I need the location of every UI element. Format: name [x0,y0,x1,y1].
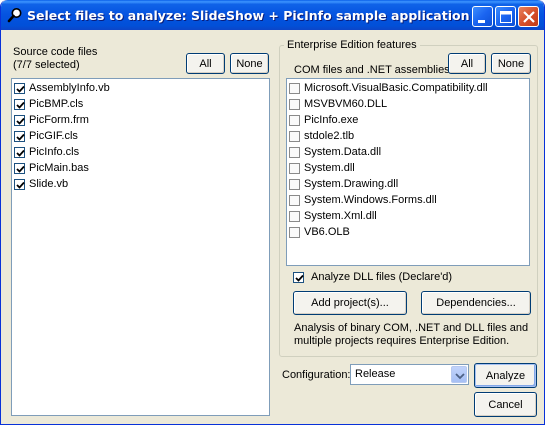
list-item[interactable]: PicInfo.cls [12,144,269,160]
configuration-label: Configuration: [282,369,351,381]
list-item-label: System.Windows.Forms.dll [304,194,437,206]
cancel-button[interactable]: Cancel [474,392,537,417]
list-item[interactable]: System.Data.dll [287,144,529,160]
window-title: Select files to analyze: SlideShow + Pic… [27,8,470,23]
list-item-label: MSVBVM60.DLL [304,98,388,110]
checkbox-checked-icon[interactable] [14,178,25,190]
minimize-button[interactable] [472,6,493,27]
list-item[interactable]: System.Windows.Forms.dll [287,192,529,208]
configuration-value: Release [355,368,396,380]
source-files-count: (7/7 selected) [13,59,80,71]
source-files-label-text: Source code files [13,46,98,58]
analyze-button[interactable]: Analyze [474,363,537,388]
analyze-dll-check-icon [293,271,304,283]
com-files-label: COM files and .NET assemblies [294,64,450,76]
list-item[interactable]: Microsoft.VisualBasic.Compatibility.dll [287,80,529,96]
list-item-label: System.dll [304,162,355,174]
checkbox-unchecked-icon[interactable] [289,146,300,158]
list-item[interactable]: System.dll [287,160,529,176]
checkbox-unchecked-icon[interactable] [289,82,300,94]
list-item[interactable]: PicGIF.cls [12,128,269,144]
checkbox-checked-icon[interactable] [14,98,25,110]
list-item-label: System.Data.dll [304,146,382,158]
list-item-label: AssemblyInfo.vb [29,82,110,94]
checkbox-unchecked-icon[interactable] [289,226,300,238]
checkbox-unchecked-icon[interactable] [289,210,300,222]
list-item-label: PicInfo.cls [29,146,80,158]
dialog-client: Source code files (7/7 selected) All Non… [1,30,544,424]
checkbox-unchecked-icon[interactable] [289,98,300,110]
enterprise-none-button[interactable]: None [491,53,531,74]
checkbox-unchecked-icon[interactable] [289,178,300,190]
enterprise-all-button[interactable]: All [448,53,486,74]
source-all-button[interactable]: All [186,53,225,74]
dependencies-button[interactable]: Dependencies... [421,291,531,315]
list-item[interactable]: System.Xml.dll [287,208,529,224]
list-item-label: VB6.OLB [304,226,350,238]
checkbox-checked-icon[interactable] [14,114,25,126]
list-item[interactable]: System.Drawing.dll [287,176,529,192]
list-item[interactable]: PicMain.bas [12,160,269,176]
checkbox-checked-icon[interactable] [14,130,25,142]
chevron-down-icon[interactable] [451,366,467,383]
list-item-label: stdole2.tlb [304,130,355,142]
enterprise-group-title: Enterprise Edition features [284,39,420,51]
com-assemblies-list[interactable]: Microsoft.VisualBasic.Compatibility.dll M… [286,78,530,266]
analyze-dll-checkbox[interactable]: Analyze DLL files (Declare'd) [293,271,452,283]
list-item-label: PicBMP.cls [29,98,84,110]
list-item[interactable]: PicBMP.cls [12,96,269,112]
list-item-label: PicInfo.exe [304,114,359,126]
list-item[interactable]: MSVBVM60.DLL [287,96,529,112]
maximize-button[interactable] [495,6,516,27]
list-item[interactable]: AssemblyInfo.vb [12,80,269,96]
maximize-icon [500,11,512,23]
list-item-label: System.Xml.dll [304,210,377,222]
checkbox-unchecked-icon[interactable] [289,162,300,174]
close-icon [523,11,535,23]
analyze-dll-label: Analyze DLL files (Declare'd) [311,271,453,283]
list-item-label: PicGIF.cls [29,130,78,142]
close-button[interactable] [518,6,539,27]
source-files-list[interactable]: AssemblyInfo.vb PicBMP.cls PicForm.frm PicG… [11,78,270,416]
add-projects-button[interactable]: Add project(s)... [293,291,407,315]
source-files-label: Source code files [13,46,97,58]
checkbox-checked-icon[interactable] [14,162,25,174]
list-item[interactable]: PicInfo.exe [287,112,529,128]
list-item[interactable]: Slide.vb [12,176,269,192]
list-item[interactable]: VB6.OLB [287,224,529,240]
list-item-label: Slide.vb [29,178,69,190]
minimize-icon [478,20,485,23]
source-none-button[interactable]: None [230,53,269,74]
checkbox-unchecked-icon[interactable] [289,194,300,206]
title-bar[interactable]: Select files to analyze: SlideShow + Pic… [1,0,544,30]
list-item-label: System.Drawing.dll [304,178,399,190]
magnifier-icon [7,7,23,23]
configuration-select[interactable]: Release [350,364,469,385]
list-item[interactable]: PicForm.frm [12,112,269,128]
checkbox-unchecked-icon[interactable] [289,114,300,126]
list-item-label: Microsoft.VisualBasic.Compatibility.dll [304,82,488,94]
checkbox-checked-icon[interactable] [14,82,25,94]
checkbox-unchecked-icon[interactable] [289,130,300,142]
list-item[interactable]: stdole2.tlb [287,128,529,144]
list-item-label: PicForm.frm [29,114,89,126]
list-item-label: PicMain.bas [29,162,89,174]
enterprise-note: Analysis of binary COM, .NET and DLL fil… [294,322,529,347]
checkbox-checked-icon[interactable] [14,146,25,158]
dialog-window: Select files to analyze: SlideShow + Pic… [0,0,545,425]
